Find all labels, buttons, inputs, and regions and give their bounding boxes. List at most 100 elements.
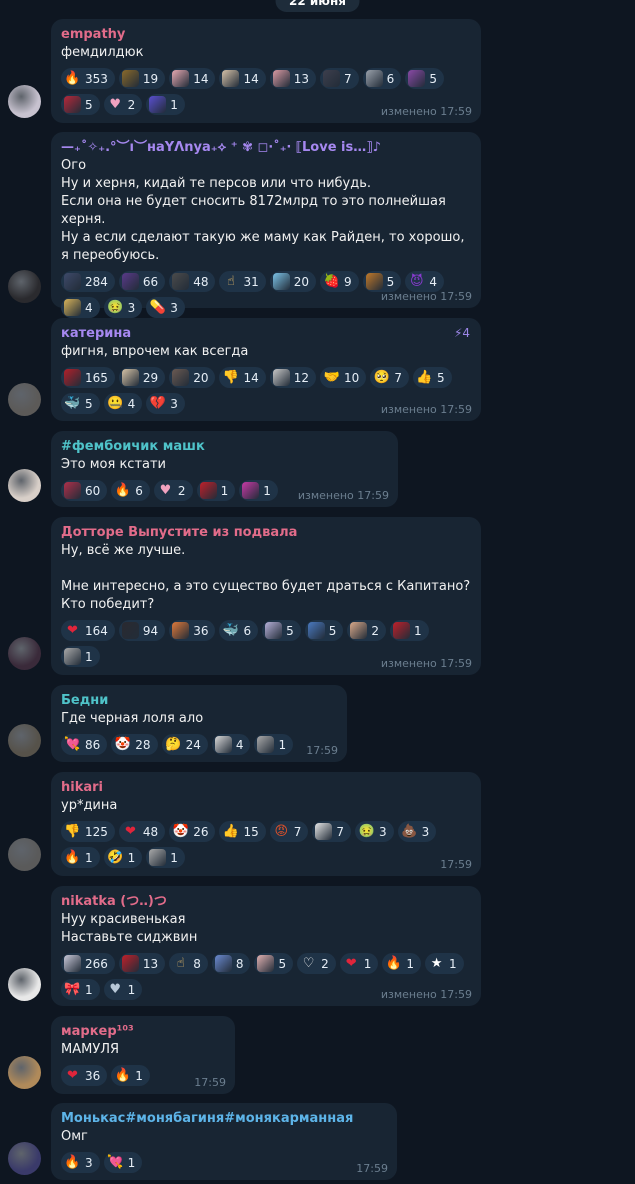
- reaction-button[interactable]: 5: [405, 68, 444, 89]
- reaction-button[interactable]: 1: [254, 734, 294, 755]
- sender-name[interactable]: #фембоичик машк: [61, 438, 358, 456]
- reaction-button[interactable]: 1: [146, 94, 185, 115]
- reaction-button[interactable]: 🔥 353: [61, 68, 115, 89]
- reaction-button[interactable]: 20: [169, 367, 216, 388]
- reaction-button[interactable]: 👍 5: [412, 367, 452, 388]
- reaction-button[interactable]: 7: [312, 821, 352, 842]
- reaction-button[interactable]: 🍓 9: [320, 271, 359, 292]
- reaction-button[interactable]: 4: [61, 297, 100, 318]
- avatar[interactable]: [8, 270, 41, 303]
- reaction-button[interactable]: 😡 7: [269, 821, 309, 842]
- message-bubble[interactable]: hikari ур*дина 👎 125 ❤ 48 🤡 26 👍 15 😡 7 7 🤢 3 💩 3 🔥 1 🤣 1 1 17…: [51, 772, 481, 876]
- reaction-button[interactable]: 🔥 1: [111, 1065, 150, 1086]
- reaction-button[interactable]: 19: [118, 68, 166, 89]
- reaction-button[interactable]: 284: [61, 271, 115, 292]
- reaction-button[interactable]: 🤡 28: [111, 734, 158, 755]
- reaction-button[interactable]: ❤ 48: [118, 821, 166, 842]
- reaction-button[interactable]: ☝ 8: [169, 953, 208, 974]
- reaction-button[interactable]: 12: [269, 367, 317, 388]
- message-bubble[interactable]: маркер¹⁰³ МАМУЛЯ ❤ 36 🔥 1 17:59: [51, 1016, 235, 1094]
- reaction-button[interactable]: 13: [118, 953, 166, 974]
- sender-name[interactable]: маркер¹⁰³: [61, 1023, 195, 1041]
- message-bubble[interactable]: катерина ⚡4 фигня, впрочем как всегда 165 29…: [51, 318, 481, 421]
- reaction-button[interactable]: 💘 86: [61, 734, 108, 755]
- reaction-button[interactable]: 🤢 3: [355, 821, 394, 842]
- reaction-button[interactable]: 👎 14: [219, 367, 266, 388]
- reaction-button[interactable]: 4: [211, 734, 251, 755]
- sender-name[interactable]: —₊˚✧₊.°︶ı︶нaYᐱnya₊⟡ ⁺ ✾ ◻︎⋅˚₊‧ ⟦Love is……: [61, 139, 441, 157]
- message-bubble[interactable]: —₊˚✧₊.°︶ı︶нaYᐱnya₊⟡ ⁺ ✾ ◻︎⋅˚₊‧ ⟦Love is……: [51, 132, 481, 318]
- reaction-button[interactable]: 2: [347, 620, 387, 641]
- reaction-button[interactable]: 8: [211, 953, 251, 974]
- reaction-button[interactable]: ☝ 31: [219, 271, 266, 292]
- reaction-button[interactable]: 💘 1: [103, 1152, 143, 1173]
- avatar[interactable]: [8, 1142, 41, 1175]
- reaction-button[interactable]: ❤ 36: [61, 1065, 108, 1086]
- reaction-button[interactable]: 7: [320, 68, 359, 89]
- reaction-button[interactable]: ♥ 2: [103, 94, 143, 115]
- reaction-button[interactable]: ❤ 1: [339, 953, 379, 974]
- reaction-button[interactable]: 🔥 1: [382, 953, 422, 974]
- reaction-button[interactable]: 👎 125: [61, 821, 115, 842]
- avatar[interactable]: [8, 1056, 41, 1089]
- sender-name[interactable]: Бедни: [61, 692, 307, 710]
- message-bubble[interactable]: Бедни Где черная лоля ало 💘 86 🤡 28 🤔 24 4 1 17:59: [51, 685, 347, 762]
- reaction-button[interactable]: 1: [61, 646, 100, 667]
- sender-name[interactable]: катерина: [61, 325, 441, 343]
- reaction-button[interactable]: 🐳 5: [61, 393, 100, 414]
- reaction-button[interactable]: 🔥 1: [61, 847, 100, 868]
- sender-name[interactable]: Дотторе Выпустите из подвала: [61, 524, 441, 542]
- avatar[interactable]: [8, 724, 41, 757]
- reaction-button[interactable]: 36: [169, 620, 216, 641]
- reaction-button[interactable]: 13: [269, 68, 317, 89]
- avatar[interactable]: [8, 968, 41, 1001]
- message-bubble[interactable]: nikatka (つ‥)つ Нуу красивенькая Наставьте с…: [51, 886, 481, 1006]
- reaction-button[interactable]: 🤐 4: [103, 393, 143, 414]
- reaction-button[interactable]: 🎀 1: [61, 979, 100, 1000]
- reaction-button[interactable]: 1: [146, 847, 185, 868]
- reaction-button[interactable]: 💔 3: [146, 393, 185, 414]
- message-bubble[interactable]: Монькас#монябагиня#монякарманная Омг 🔥 3 💘 1 1…: [51, 1103, 397, 1180]
- reaction-button[interactable]: 5: [362, 271, 402, 292]
- reaction-button[interactable]: 66: [118, 271, 166, 292]
- reaction-button[interactable]: 266: [61, 953, 115, 974]
- reaction-button[interactable]: 5: [304, 620, 344, 641]
- reaction-button[interactable]: 1: [390, 620, 429, 641]
- reaction-button[interactable]: 💊 3: [146, 297, 185, 318]
- reaction-button[interactable]: 5: [254, 953, 294, 974]
- reaction-button[interactable]: ♡ 2: [297, 953, 336, 974]
- reaction-button[interactable]: 😈 4: [405, 271, 444, 292]
- reaction-button[interactable]: 6: [362, 68, 402, 89]
- avatar[interactable]: [8, 85, 41, 118]
- avatar[interactable]: [8, 637, 41, 670]
- reaction-button[interactable]: 48: [169, 271, 216, 292]
- sender-name[interactable]: nikatka (つ‥)つ: [61, 893, 441, 911]
- reaction-button[interactable]: 20: [269, 271, 317, 292]
- reaction-button[interactable]: 💩 3: [397, 821, 437, 842]
- reaction-button[interactable]: 14: [169, 68, 216, 89]
- sender-name[interactable]: Монькас#монябагиня#монякарманная: [61, 1110, 357, 1128]
- reaction-button[interactable]: ♥ 1: [103, 979, 143, 1000]
- reaction-button[interactable]: 🔥 6: [111, 480, 150, 501]
- reaction-button[interactable]: 🤔 24: [161, 734, 208, 755]
- reaction-button[interactable]: 29: [118, 367, 166, 388]
- message-bubble[interactable]: empathy фемдилдюк 🔥 353 19 14 14 13 7 6 5 5 ♥ 2 1 измен…: [51, 19, 481, 123]
- reaction-button[interactable]: 5: [61, 94, 100, 115]
- reaction-button[interactable]: 🤢 3: [103, 297, 143, 318]
- reaction-button[interactable]: ♥ 2: [153, 480, 193, 501]
- reaction-button[interactable]: ★ 1: [425, 953, 464, 974]
- reaction-button[interactable]: 60: [61, 480, 108, 501]
- reaction-button[interactable]: 1: [239, 480, 278, 501]
- avatar[interactable]: [8, 838, 41, 871]
- reaction-button[interactable]: 🤝 10: [320, 367, 367, 388]
- sender-name[interactable]: hikari: [61, 779, 441, 797]
- reaction-button[interactable]: 1: [196, 480, 236, 501]
- reaction-button[interactable]: 👍 15: [219, 821, 266, 842]
- reaction-button[interactable]: 94: [118, 620, 166, 641]
- avatar[interactable]: [8, 383, 41, 416]
- message-bubble[interactable]: Дотторе Выпустите из подвала Ну, всё же л…: [51, 517, 481, 675]
- reaction-button[interactable]: ❤ 164: [61, 620, 115, 641]
- avatar[interactable]: [8, 469, 41, 502]
- reaction-button[interactable]: 🔥 3: [61, 1152, 100, 1173]
- message-bubble[interactable]: #фембоичик машк Это моя кстати 60 🔥 6 ♥ 2 1 1 изм…: [51, 431, 398, 507]
